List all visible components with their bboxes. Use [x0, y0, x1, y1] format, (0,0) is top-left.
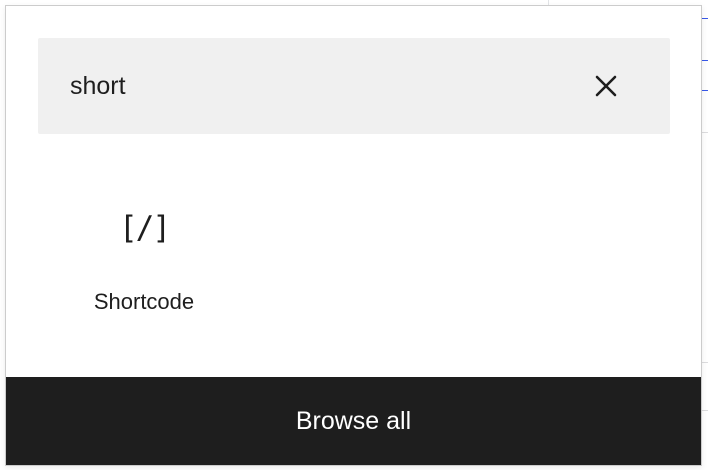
shortcode-icon: [/]: [119, 210, 171, 246]
clear-search-button[interactable]: [586, 66, 626, 106]
block-item-label: Shortcode: [93, 289, 195, 314]
search-input[interactable]: [38, 38, 578, 134]
browse-all-button[interactable]: Browse all: [6, 377, 701, 465]
block-item-shortcode[interactable]: [/] Shortcode: [66, 196, 222, 326]
close-icon: [595, 75, 617, 97]
block-inserter-popover: [/] Shortcode Browse all: [5, 5, 702, 466]
search-container: [38, 38, 670, 134]
